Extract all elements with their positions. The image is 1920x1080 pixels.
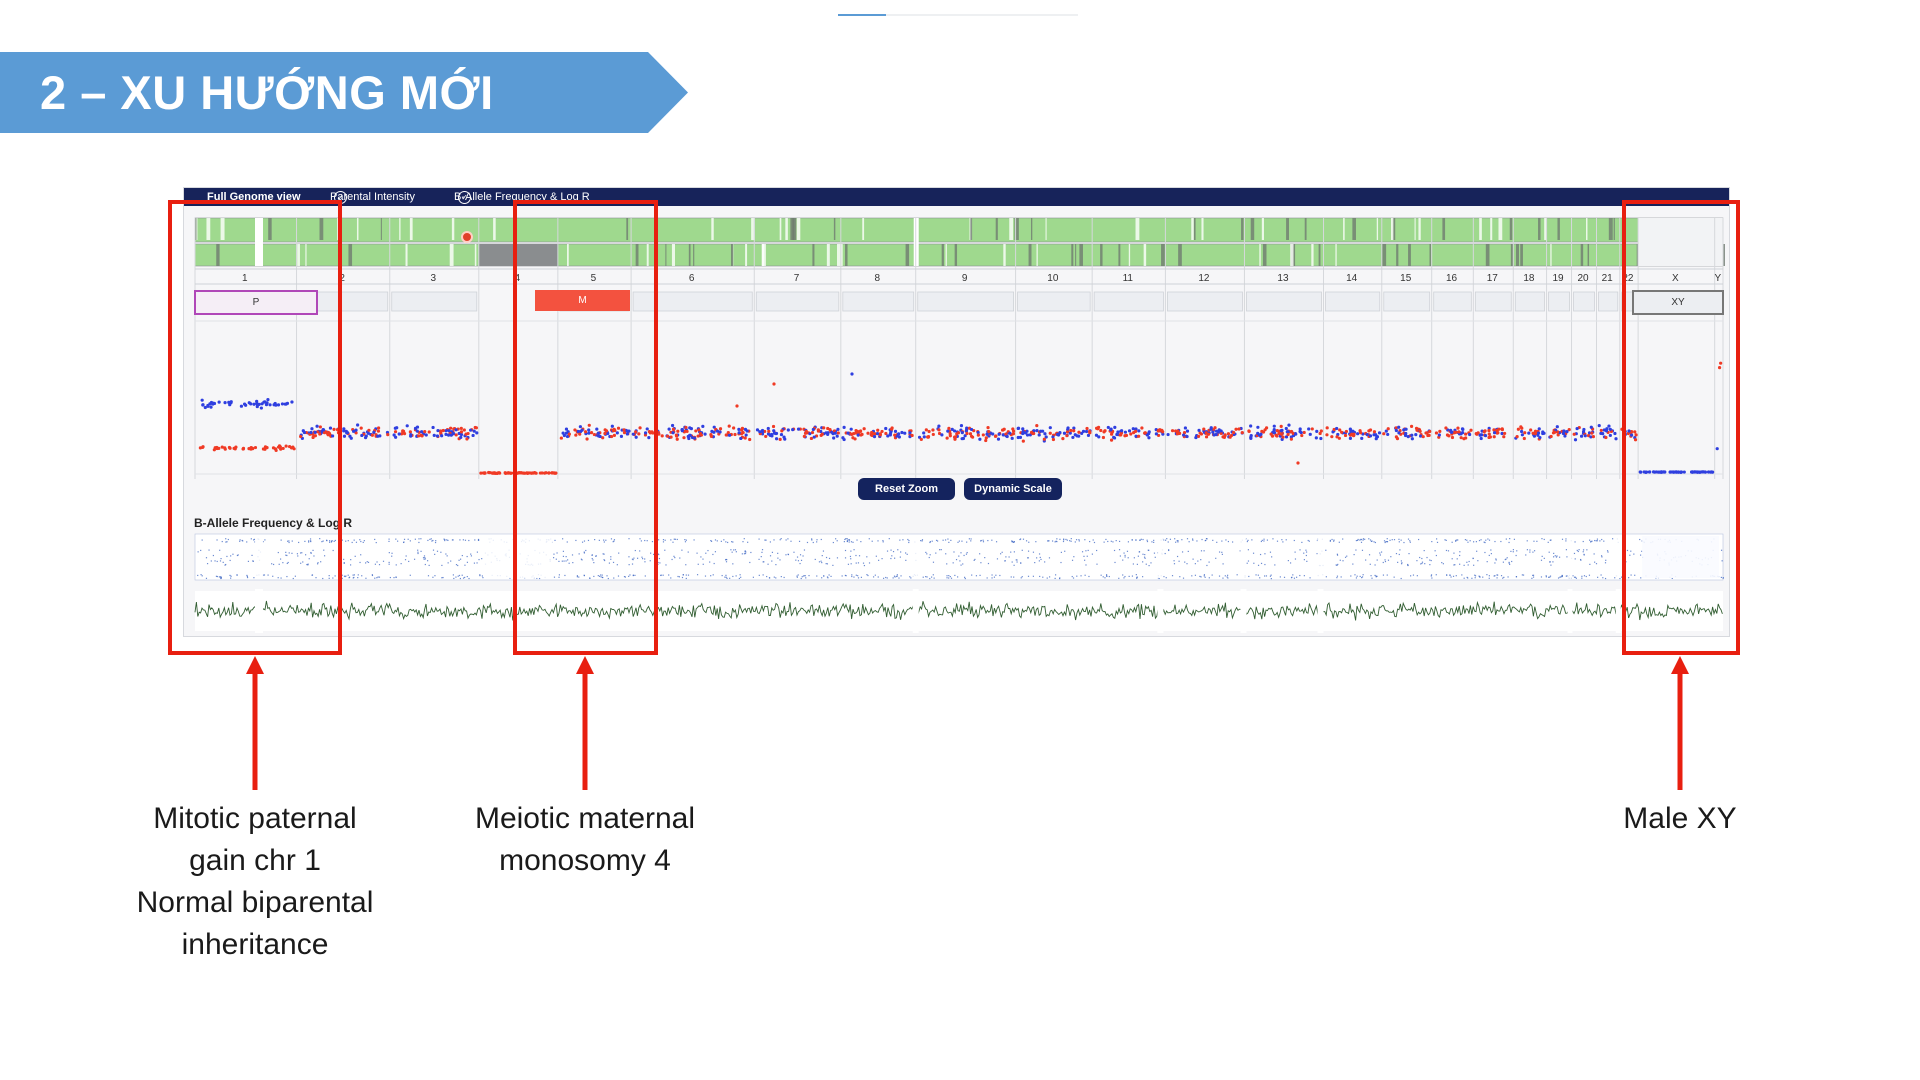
callout-chr1-text: Mitotic paternal gain chr 1 Normal bipar… bbox=[136, 802, 374, 961]
highlight-box-xy bbox=[1622, 200, 1740, 655]
arrow-chr1 bbox=[246, 656, 264, 790]
arrow-xy bbox=[1671, 656, 1689, 790]
highlight-box-chr4 bbox=[513, 200, 658, 655]
callout-chr4-text: Meiotic maternal monosomy 4 bbox=[474, 802, 696, 877]
arrow-chr4 bbox=[576, 656, 594, 790]
highlight-box-chr1 bbox=[168, 200, 342, 655]
callout-xy-text: Male XY bbox=[1623, 802, 1737, 835]
